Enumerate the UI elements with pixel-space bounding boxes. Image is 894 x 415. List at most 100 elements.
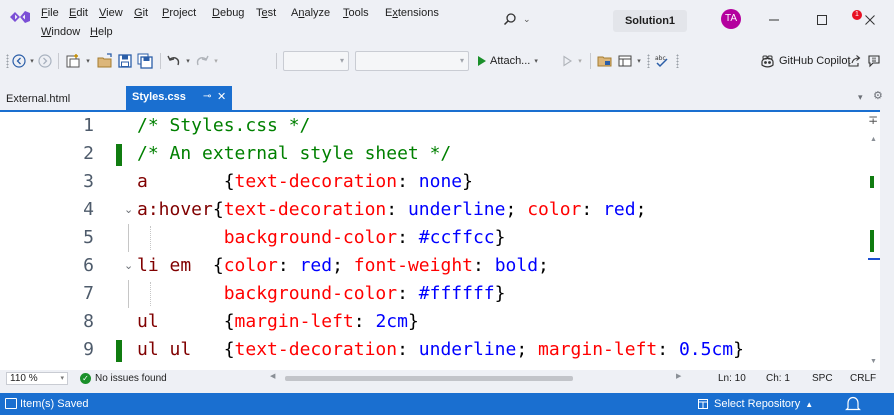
scroll-right-icon[interactable]: ▶ [676,372,681,380]
window-layout-button[interactable] [616,52,634,70]
back-dropdown-icon[interactable]: ▾ [28,52,36,70]
feedback-icon [868,55,880,68]
code-line[interactable]: 7 background-color: #ffffff} [0,280,880,308]
menu-edit[interactable]: Edit [69,7,88,19]
undo-dropdown-icon[interactable]: ▾ [184,52,192,70]
collapse-region-icon[interactable]: ⌄ [124,196,133,224]
menu-help[interactable]: Help [90,26,113,38]
save-button[interactable] [116,52,134,70]
start-icon [478,56,486,66]
code-text: /* Styles.css */ [137,112,310,140]
scrollbar-change-marker [870,230,874,252]
menu-file[interactable]: File [41,7,59,19]
select-repository-button[interactable]: Select Repository ▲ [697,393,813,415]
spell-check-button[interactable]: abc [653,52,671,70]
toolbar-grip[interactable] [647,54,650,68]
redo-dropdown-icon[interactable]: ▾ [212,52,220,70]
run-dropdown-icon[interactable]: ▾ [576,52,584,70]
navigate-forward-button[interactable] [38,52,52,70]
code-line[interactable]: 9 ul ul {text-decoration: underline; marg… [0,336,880,364]
undo-button[interactable] [166,52,182,70]
line-number: 1 [83,115,94,136]
tab-external-html[interactable]: External.html [6,89,70,109]
avatar[interactable]: TA [721,9,741,29]
code-token: underline [418,339,517,360]
menu-window[interactable]: Window [41,26,80,38]
maximize-button[interactable] [802,6,842,34]
menu-git[interactable]: Git [134,7,148,19]
code-line[interactable]: 8 ul {margin-left: 2cm} [0,308,880,336]
minimize-button[interactable] [754,6,794,34]
new-project-icon [66,54,80,68]
collapse-region-icon[interactable]: ⌄ [124,252,133,280]
code-token: : [397,171,419,192]
maximize-icon [817,15,827,25]
code-token: ul [137,311,159,332]
open-file-button[interactable] [96,52,114,70]
new-dropdown-icon[interactable]: ▾ [84,52,92,70]
attach-debugger-button[interactable]: Attach... ▾ [478,51,538,71]
toolbar-separator [58,53,59,69]
code-line[interactable]: 5 background-color: #ccffcc} [0,224,880,252]
solution-configurations-select[interactable]: ▾ [283,51,349,71]
toolbar-grip[interactable] [676,54,679,68]
search-button[interactable]: ⌄ [497,8,601,32]
feedback-button[interactable] [866,52,882,70]
share-button[interactable] [846,52,862,70]
menu-analyze[interactable]: Analyze [291,7,330,19]
menu-view[interactable]: View [99,7,123,19]
code-line[interactable]: 2 /* An external style sheet */ [0,140,880,168]
solution-platforms-select[interactable]: ▾ [355,51,469,71]
code-token: a:hover [137,199,213,220]
code-editor[interactable]: 1 /* Styles.css */ 2 /* An external style s… [0,112,880,370]
code-token: text-decoration [223,199,387,220]
code-line[interactable]: 4 ⌄ a:hover{text-decoration: underline; co… [0,196,880,224]
line-ending-indicator[interactable]: CRLF [850,370,876,387]
folder-icon [597,56,612,67]
start-without-debugging-button[interactable] [560,52,574,70]
menu-extensions[interactable]: Extensions [385,7,439,19]
code-line[interactable]: 3 a {text-decoration: none} [0,168,880,196]
menu-project[interactable]: Project [162,7,196,19]
horizontal-scrollbar-thumb[interactable] [285,376,573,381]
tab-overflow-dropdown-icon[interactable]: ▾ [858,92,863,103]
scroll-left-icon[interactable]: ◀ [270,372,275,380]
redo-button[interactable] [194,52,210,70]
scroll-up-icon[interactable]: ▲ [870,136,877,143]
code-token: } [462,171,473,192]
browse-folder-button[interactable] [596,52,614,70]
code-token: : [657,339,679,360]
menu-debug[interactable]: Debug [212,7,244,19]
pin-icon[interactable]: ⊸ [203,86,211,108]
line-indicator[interactable]: Ln: 10 [718,370,746,387]
code-token: margin-left [234,311,354,332]
column-indicator[interactable]: Ch: 1 [766,370,790,387]
gear-icon[interactable]: ⚙ [873,89,883,102]
issues-indicator[interactable]: ✓ No issues found [80,370,167,387]
code-token: /* Styles.css */ [137,115,311,136]
code-line[interactable]: 1 /* Styles.css */ [0,112,880,140]
solution-name-badge[interactable]: Solution1 [613,10,687,32]
scroll-down-icon[interactable]: ▼ [870,358,877,365]
message-icon [5,398,17,409]
save-all-button[interactable] [136,52,154,70]
zoom-select[interactable]: 110 % ▾ [6,372,68,385]
copilot-icon [761,55,774,68]
github-copilot-button[interactable]: GitHub Copilot [760,51,851,71]
layout-dropdown-icon[interactable]: ▾ [635,52,643,70]
navigate-back-button[interactable] [12,52,26,70]
tab-styles-css[interactable]: Styles.css ⊸ ✕ [126,86,232,110]
menu-test[interactable]: Test [256,7,276,19]
code-token: none [418,171,463,192]
close-tab-icon[interactable]: ✕ [217,86,226,108]
whitespace-indicator[interactable]: SPC [812,370,833,387]
new-project-button[interactable] [64,52,82,70]
menu-tools[interactable]: Tools [343,7,369,19]
code-token: color [527,199,582,220]
notifications-bell-icon[interactable] [844,396,864,413]
toolbar-grip[interactable] [6,54,9,68]
code-line[interactable]: 6 ⌄ li em {color: red; font-weight: bold; [0,252,880,280]
split-editor-icon[interactable]: ∓ [868,113,878,127]
fold-guide [128,224,129,252]
code-token: #ccffcc [418,227,495,248]
